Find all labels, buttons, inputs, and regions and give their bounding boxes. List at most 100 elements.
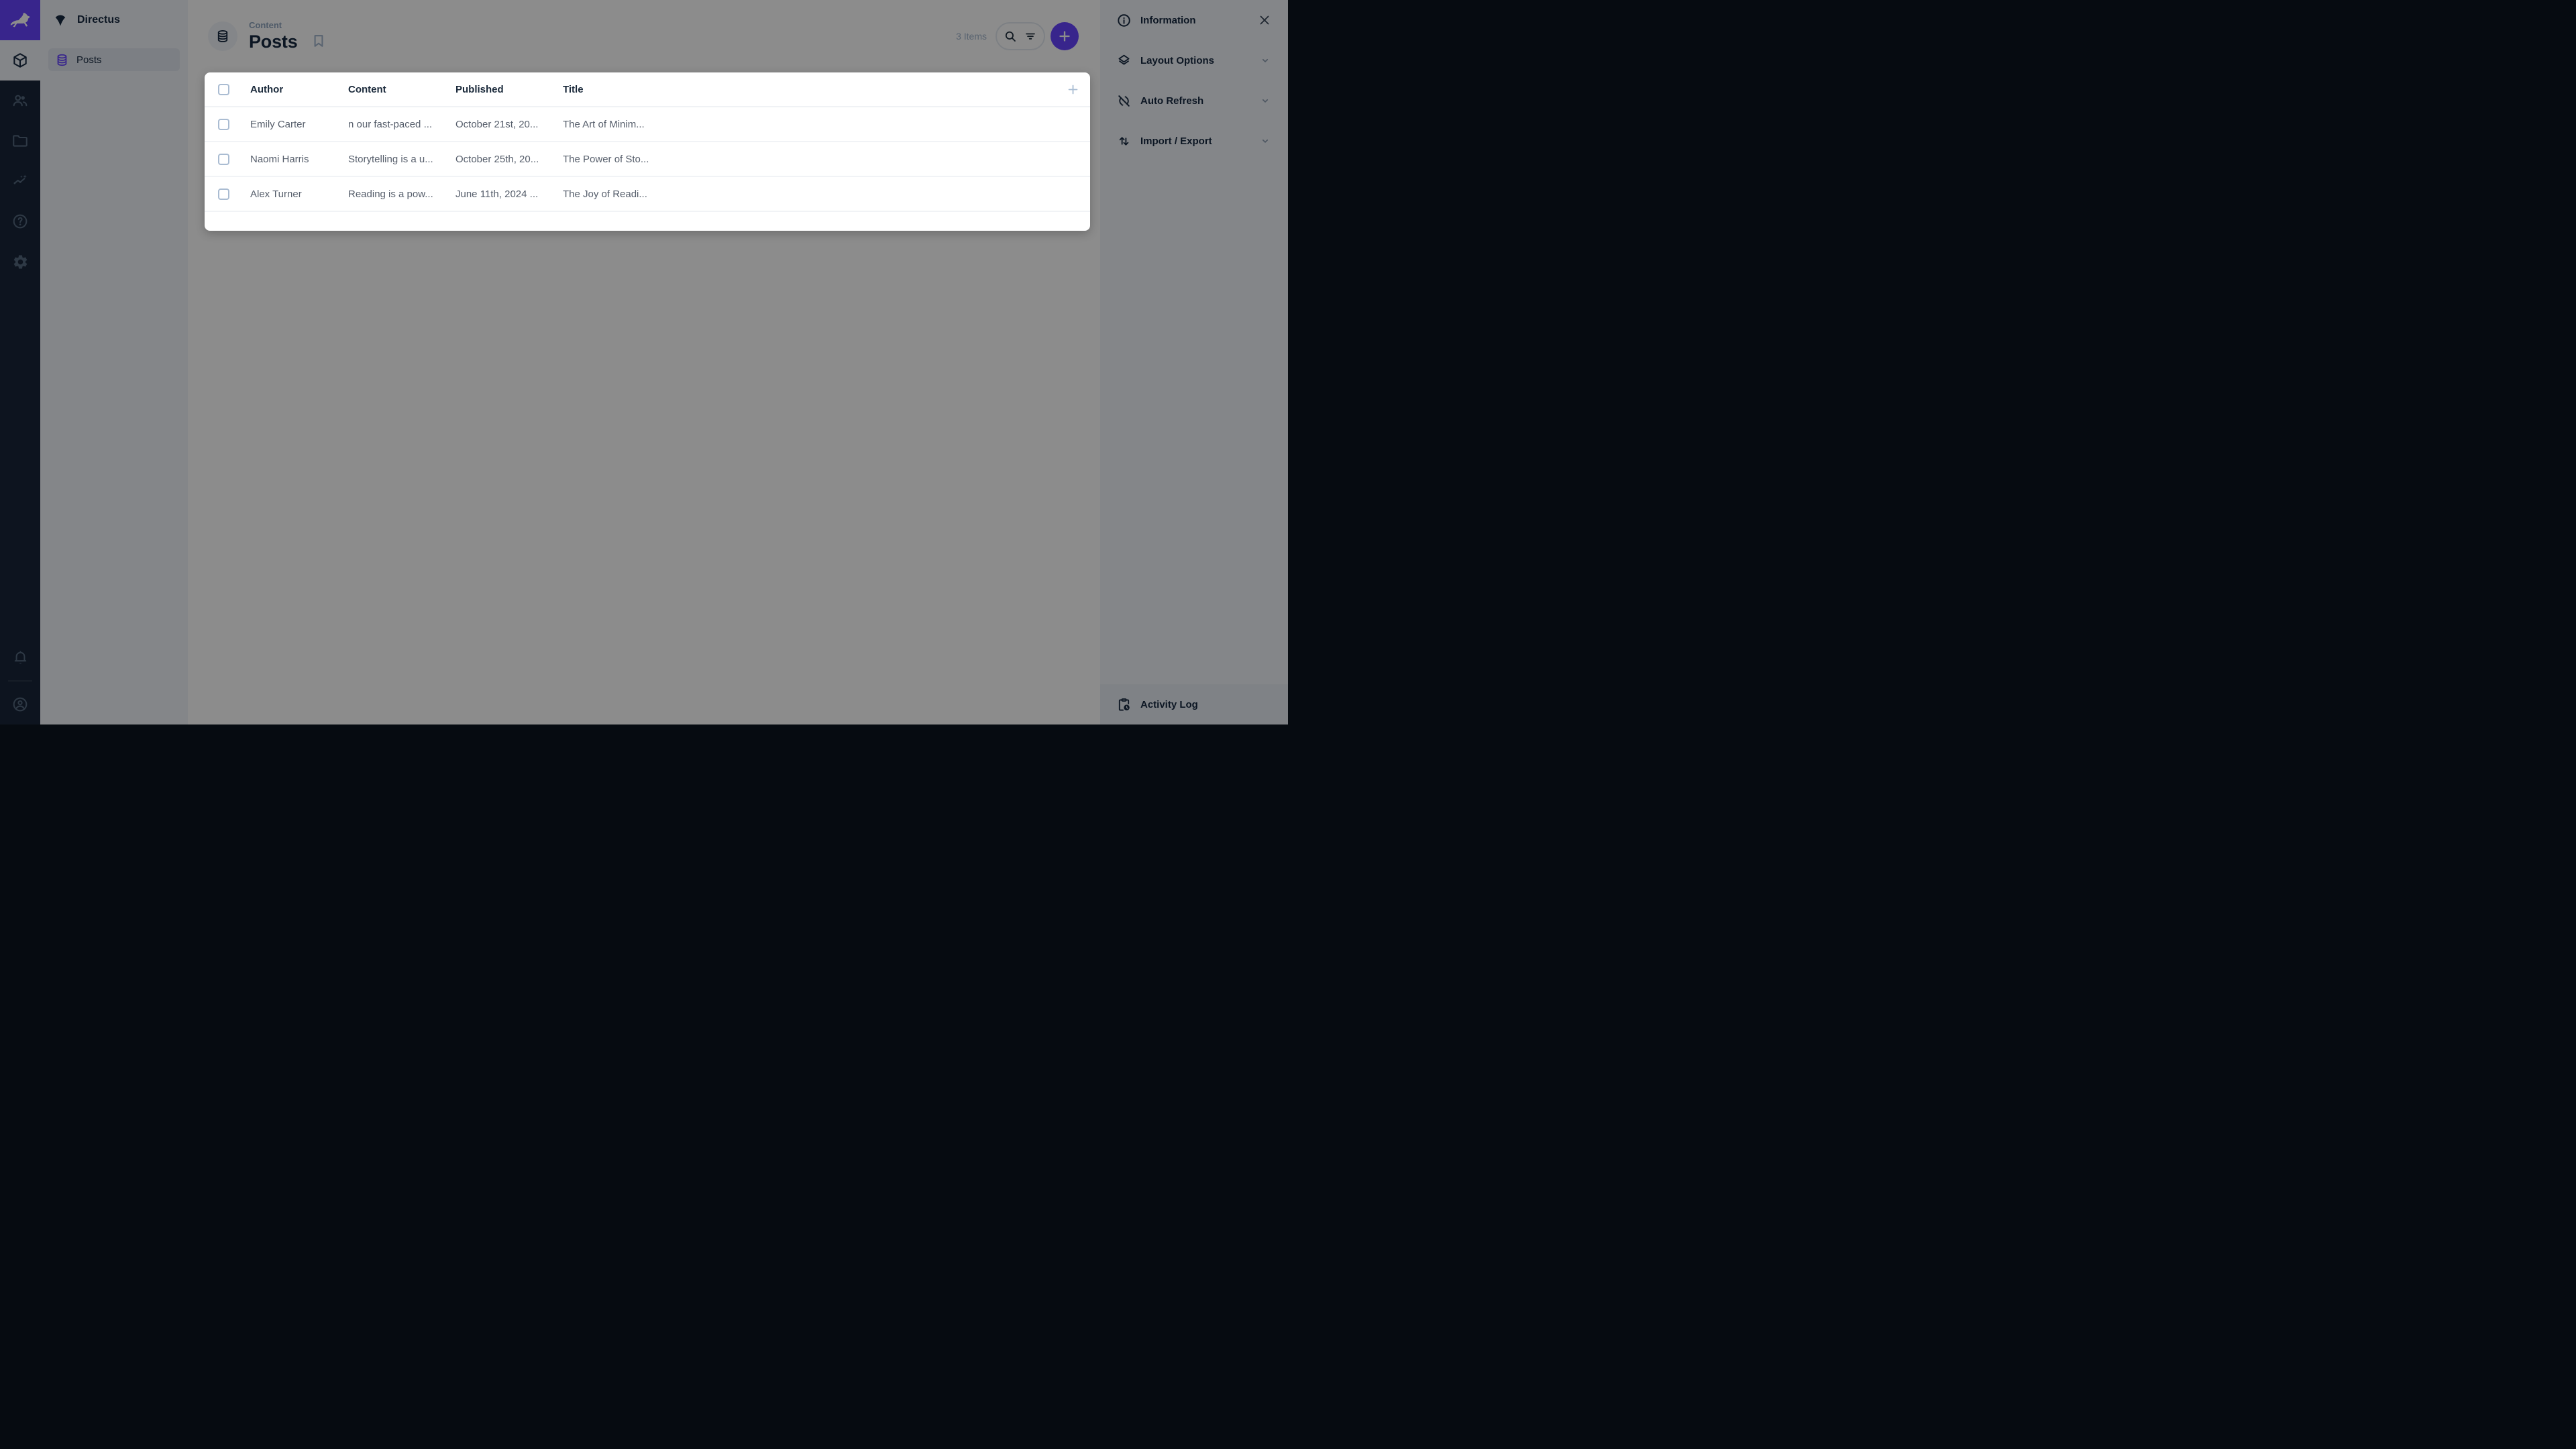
plus-icon <box>1057 28 1073 44</box>
gear-icon <box>12 254 29 270</box>
info-icon <box>1116 13 1132 28</box>
add-item-button[interactable] <box>1051 22 1079 50</box>
module-files-button[interactable] <box>0 121 40 161</box>
content-area: Content Posts 3 Items <box>188 0 1100 724</box>
table-row[interactable]: Naomi Harris Storytelling is a u... Octo… <box>205 142 1090 176</box>
project-name: Directus <box>77 14 120 26</box>
chevron-down-icon <box>1258 134 1272 148</box>
cell-author: Alex Turner <box>242 189 340 200</box>
page-title: Posts <box>249 32 298 52</box>
fan-icon <box>52 12 68 28</box>
table-row[interactable]: Emily Carter n our fast-paced ... Octobe… <box>205 107 1090 141</box>
row-checkbox[interactable] <box>218 189 229 200</box>
module-settings-button[interactable] <box>0 241 40 282</box>
clipboard-clock-icon <box>1116 697 1132 712</box>
module-bar-spacer <box>0 282 40 637</box>
module-bar-divider <box>8 680 32 682</box>
project-switcher[interactable]: Directus <box>40 0 188 40</box>
filter-icon[interactable] <box>1023 29 1038 44</box>
row-select-cell <box>205 189 242 200</box>
sync-off-icon <box>1116 93 1132 109</box>
table-row[interactable]: Alex Turner Reading is a pow... June 11t… <box>205 177 1090 211</box>
sidebar-section-label: Auto Refresh <box>1140 95 1250 107</box>
cell-published: October 21st, 20... <box>447 119 555 130</box>
help-icon <box>11 213 29 230</box>
close-icon <box>1257 13 1272 28</box>
content-header: Content Posts 3 Items <box>188 0 1100 72</box>
module-users-button[interactable] <box>0 80 40 121</box>
right-sidebar: Information Layout Options <box>1100 0 1288 724</box>
activity-log-button[interactable]: Activity Log <box>1100 684 1288 724</box>
activity-log-label: Activity Log <box>1140 699 1272 710</box>
bookmark-button[interactable] <box>310 32 327 50</box>
directus-rabbit-icon <box>8 8 32 32</box>
breadcrumb[interactable]: Content <box>249 20 298 32</box>
folder-icon <box>11 132 29 150</box>
column-header-author[interactable]: Author <box>242 84 340 95</box>
chevron-down-icon <box>1258 54 1272 67</box>
cell-content: n our fast-paced ... <box>340 119 447 130</box>
account-circle-icon <box>11 696 29 713</box>
row-checkbox[interactable] <box>218 154 229 165</box>
items-table-card: Author Content Published Title Emily Car… <box>205 72 1090 231</box>
database-icon <box>215 29 230 44</box>
sidebar-section-import-export[interactable]: Import / Export <box>1100 121 1288 161</box>
account-button[interactable] <box>0 684 40 724</box>
cell-content: Reading is a pow... <box>340 189 447 200</box>
column-header-title[interactable]: Title <box>555 84 661 95</box>
chevron-down-icon <box>1258 94 1272 107</box>
sidebar-item-posts[interactable]: Posts <box>48 48 180 71</box>
module-insights-button[interactable] <box>0 161 40 201</box>
cell-author: Emily Carter <box>242 119 340 130</box>
sidebar-section-label: Layout Options <box>1140 55 1250 66</box>
row-select-cell <box>205 119 242 130</box>
cell-author: Naomi Harris <box>242 154 340 165</box>
cell-content: Storytelling is a u... <box>340 154 447 165</box>
search-filter-pill[interactable] <box>996 22 1045 50</box>
sidebar-section-label: Information <box>1140 15 1248 26</box>
column-header-content[interactable]: Content <box>340 84 447 95</box>
users-icon <box>11 92 29 109</box>
bell-icon <box>12 649 29 666</box>
column-header-published[interactable]: Published <box>447 84 555 95</box>
notifications-button[interactable] <box>0 637 40 678</box>
insights-icon <box>11 172 29 190</box>
select-all-checkbox[interactable] <box>218 84 229 95</box>
row-checkbox[interactable] <box>218 119 229 130</box>
module-docs-button[interactable] <box>0 201 40 241</box>
cell-published: October 25th, 20... <box>447 154 555 165</box>
nav-sidebar: Directus Posts <box>40 0 188 724</box>
select-all-cell <box>205 84 242 95</box>
row-select-cell <box>205 154 242 165</box>
table-footer <box>205 212 1090 231</box>
database-icon <box>55 53 69 67</box>
sidebar-section-auto-refresh[interactable]: Auto Refresh <box>1100 80 1288 121</box>
collection-icon-circle <box>208 21 237 51</box>
sidebar-spacer <box>1100 161 1288 684</box>
cell-title: The Power of Sto... <box>555 154 661 165</box>
layers-icon <box>1116 53 1132 68</box>
sidebar-section-label: Import / Export <box>1140 136 1250 147</box>
close-sidebar-button[interactable] <box>1257 13 1272 28</box>
module-content-button[interactable] <box>0 40 40 80</box>
cell-published: June 11th, 2024 ... <box>447 189 555 200</box>
box-icon <box>11 52 29 69</box>
header-actions: 3 Items <box>956 22 1079 50</box>
search-icon[interactable] <box>1003 29 1018 44</box>
table-header-row: Author Content Published Title <box>205 72 1090 106</box>
plus-icon <box>1065 82 1081 97</box>
module-bar <box>0 0 40 724</box>
title-block: Content Posts <box>249 20 298 52</box>
header-extra-cell <box>661 82 1090 97</box>
swap-vert-icon <box>1116 133 1132 149</box>
directus-logo-button[interactable] <box>0 0 40 40</box>
add-column-button[interactable] <box>1065 82 1081 97</box>
bookmark-icon <box>310 32 327 50</box>
sidebar-section-layout-options[interactable]: Layout Options <box>1100 40 1288 80</box>
items-count: 3 Items <box>956 31 987 42</box>
cell-title: The Art of Minim... <box>555 119 661 130</box>
sidebar-section-information[interactable]: Information <box>1100 0 1288 40</box>
nav-item-label: Posts <box>76 54 102 66</box>
cell-title: The Joy of Readi... <box>555 189 661 200</box>
app-shell: Directus Posts <box>0 0 1288 724</box>
